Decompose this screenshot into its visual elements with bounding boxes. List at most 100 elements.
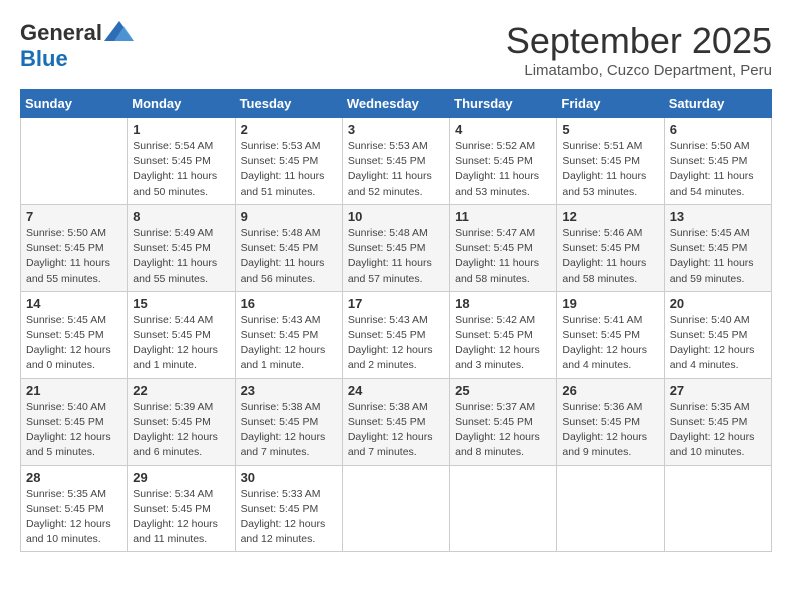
day-number: 9	[241, 209, 337, 224]
day-info: Sunrise: 5:43 AM Sunset: 5:45 PM Dayligh…	[348, 313, 444, 374]
calendar-cell	[21, 118, 128, 205]
day-number: 4	[455, 122, 551, 137]
day-info: Sunrise: 5:34 AM Sunset: 5:45 PM Dayligh…	[133, 487, 229, 548]
week-row-4: 21Sunrise: 5:40 AM Sunset: 5:45 PM Dayli…	[21, 378, 772, 465]
day-info: Sunrise: 5:35 AM Sunset: 5:45 PM Dayligh…	[670, 400, 766, 461]
calendar-cell: 27 Sunrise: 5:35 AM Sunset: 5:45 PM Dayli…	[664, 378, 771, 465]
calendar-cell: 16 Sunrise: 5:43 AM Sunset: 5:45 PM Dayli…	[235, 291, 342, 378]
calendar-cell: 7 Sunrise: 5:50 AM Sunset: 5:45 PM Daylig…	[21, 204, 128, 291]
day-number: 16	[241, 296, 337, 311]
calendar-cell: 2 Sunrise: 5:53 AM Sunset: 5:45 PM Daylig…	[235, 118, 342, 205]
day-info: Sunrise: 5:49 AM Sunset: 5:45 PM Dayligh…	[133, 226, 229, 287]
day-info: Sunrise: 5:38 AM Sunset: 5:45 PM Dayligh…	[241, 400, 337, 461]
day-number: 27	[670, 383, 766, 398]
day-info: Sunrise: 5:43 AM Sunset: 5:45 PM Dayligh…	[241, 313, 337, 374]
calendar-cell: 17 Sunrise: 5:43 AM Sunset: 5:45 PM Dayli…	[342, 291, 449, 378]
day-info: Sunrise: 5:45 AM Sunset: 5:45 PM Dayligh…	[670, 226, 766, 287]
day-info: Sunrise: 5:46 AM Sunset: 5:45 PM Dayligh…	[562, 226, 658, 287]
calendar-cell	[450, 465, 557, 552]
week-row-2: 7 Sunrise: 5:50 AM Sunset: 5:45 PM Daylig…	[21, 204, 772, 291]
day-info: Sunrise: 5:53 AM Sunset: 5:45 PM Dayligh…	[241, 139, 337, 200]
day-number: 1	[133, 122, 229, 137]
day-info: Sunrise: 5:36 AM Sunset: 5:45 PM Dayligh…	[562, 400, 658, 461]
day-info: Sunrise: 5:52 AM Sunset: 5:45 PM Dayligh…	[455, 139, 551, 200]
weekday-header-tuesday: Tuesday	[235, 90, 342, 118]
day-info: Sunrise: 5:39 AM Sunset: 5:45 PM Dayligh…	[133, 400, 229, 461]
day-number: 21	[26, 383, 122, 398]
day-number: 19	[562, 296, 658, 311]
day-number: 14	[26, 296, 122, 311]
day-info: Sunrise: 5:54 AM Sunset: 5:45 PM Dayligh…	[133, 139, 229, 200]
day-info: Sunrise: 5:45 AM Sunset: 5:45 PM Dayligh…	[26, 313, 122, 374]
day-number: 29	[133, 470, 229, 485]
calendar-cell: 25Sunrise: 5:37 AM Sunset: 5:45 PM Dayli…	[450, 378, 557, 465]
calendar-cell: 12 Sunrise: 5:46 AM Sunset: 5:45 PM Dayli…	[557, 204, 664, 291]
calendar-cell: 22 Sunrise: 5:39 AM Sunset: 5:45 PM Dayli…	[128, 378, 235, 465]
calendar-cell: 20 Sunrise: 5:40 AM Sunset: 5:45 PM Dayli…	[664, 291, 771, 378]
day-info: Sunrise: 5:38 AM Sunset: 5:45 PM Dayligh…	[348, 400, 444, 461]
header-row: SundayMondayTuesdayWednesdayThursdayFrid…	[21, 90, 772, 118]
calendar-cell: 4 Sunrise: 5:52 AM Sunset: 5:45 PM Daylig…	[450, 118, 557, 205]
day-number: 10	[348, 209, 444, 224]
day-info: Sunrise: 5:35 AM Sunset: 5:45 PM Dayligh…	[26, 487, 122, 548]
weekday-header-sunday: Sunday	[21, 90, 128, 118]
calendar-cell: 14 Sunrise: 5:45 AM Sunset: 5:45 PM Dayli…	[21, 291, 128, 378]
calendar-cell: 3Sunrise: 5:53 AM Sunset: 5:45 PM Daylig…	[342, 118, 449, 205]
day-number: 18	[455, 296, 551, 311]
day-info: Sunrise: 5:41 AM Sunset: 5:45 PM Dayligh…	[562, 313, 658, 374]
day-info: Sunrise: 5:50 AM Sunset: 5:45 PM Dayligh…	[26, 226, 122, 287]
day-info: Sunrise: 5:51 AM Sunset: 5:45 PM Dayligh…	[562, 139, 658, 200]
calendar-cell: 23 Sunrise: 5:38 AM Sunset: 5:45 PM Dayli…	[235, 378, 342, 465]
calendar-cell: 30Sunrise: 5:33 AM Sunset: 5:45 PM Dayli…	[235, 465, 342, 552]
calendar-cell: 19 Sunrise: 5:41 AM Sunset: 5:45 PM Dayli…	[557, 291, 664, 378]
day-info: Sunrise: 5:42 AM Sunset: 5:45 PM Dayligh…	[455, 313, 551, 374]
day-number: 22	[133, 383, 229, 398]
calendar-cell: 9 Sunrise: 5:48 AM Sunset: 5:45 PM Daylig…	[235, 204, 342, 291]
day-number: 12	[562, 209, 658, 224]
day-number: 23	[241, 383, 337, 398]
day-number: 26	[562, 383, 658, 398]
week-row-5: 28 Sunrise: 5:35 AM Sunset: 5:45 PM Dayli…	[21, 465, 772, 552]
calendar-cell: 8 Sunrise: 5:49 AM Sunset: 5:45 PM Daylig…	[128, 204, 235, 291]
day-number: 17	[348, 296, 444, 311]
day-number: 20	[670, 296, 766, 311]
day-number: 2	[241, 122, 337, 137]
day-number: 7	[26, 209, 122, 224]
calendar-cell: 5 Sunrise: 5:51 AM Sunset: 5:45 PM Daylig…	[557, 118, 664, 205]
month-title: September 2025	[506, 20, 772, 62]
weekday-header-friday: Friday	[557, 90, 664, 118]
logo: General Blue	[20, 20, 134, 72]
calendar-cell: 24Sunrise: 5:38 AM Sunset: 5:45 PM Dayli…	[342, 378, 449, 465]
calendar-cell: 29 Sunrise: 5:34 AM Sunset: 5:45 PM Dayli…	[128, 465, 235, 552]
day-number: 6	[670, 122, 766, 137]
week-row-1: 1 Sunrise: 5:54 AM Sunset: 5:45 PM Daylig…	[21, 118, 772, 205]
calendar-cell: 10 Sunrise: 5:48 AM Sunset: 5:45 PM Dayli…	[342, 204, 449, 291]
logo-general-text: General	[20, 20, 102, 46]
calendar-cell	[342, 465, 449, 552]
day-number: 28	[26, 470, 122, 485]
day-number: 15	[133, 296, 229, 311]
day-number: 5	[562, 122, 658, 137]
day-number: 8	[133, 209, 229, 224]
calendar-cell: 18 Sunrise: 5:42 AM Sunset: 5:45 PM Dayli…	[450, 291, 557, 378]
day-info: Sunrise: 5:50 AM Sunset: 5:45 PM Dayligh…	[670, 139, 766, 200]
weekday-header-monday: Monday	[128, 90, 235, 118]
calendar-cell: 1 Sunrise: 5:54 AM Sunset: 5:45 PM Daylig…	[128, 118, 235, 205]
day-info: Sunrise: 5:48 AM Sunset: 5:45 PM Dayligh…	[241, 226, 337, 287]
calendar-cell: 11Sunrise: 5:47 AM Sunset: 5:45 PM Dayli…	[450, 204, 557, 291]
day-info: Sunrise: 5:44 AM Sunset: 5:45 PM Dayligh…	[133, 313, 229, 374]
calendar-cell: 26 Sunrise: 5:36 AM Sunset: 5:45 PM Dayli…	[557, 378, 664, 465]
weekday-header-saturday: Saturday	[664, 90, 771, 118]
calendar-cell	[664, 465, 771, 552]
location-subtitle: Limatambo, Cuzco Department, Peru	[506, 62, 772, 79]
calendar-cell: 21Sunrise: 5:40 AM Sunset: 5:45 PM Dayli…	[21, 378, 128, 465]
day-info: Sunrise: 5:37 AM Sunset: 5:45 PM Dayligh…	[455, 400, 551, 461]
day-number: 30	[241, 470, 337, 485]
day-info: Sunrise: 5:53 AM Sunset: 5:45 PM Dayligh…	[348, 139, 444, 200]
logo-blue-text: Blue	[20, 46, 68, 72]
weekday-header-thursday: Thursday	[450, 90, 557, 118]
day-info: Sunrise: 5:48 AM Sunset: 5:45 PM Dayligh…	[348, 226, 444, 287]
day-info: Sunrise: 5:40 AM Sunset: 5:45 PM Dayligh…	[670, 313, 766, 374]
calendar-cell: 13Sunrise: 5:45 AM Sunset: 5:45 PM Dayli…	[664, 204, 771, 291]
calendar-cell	[557, 465, 664, 552]
